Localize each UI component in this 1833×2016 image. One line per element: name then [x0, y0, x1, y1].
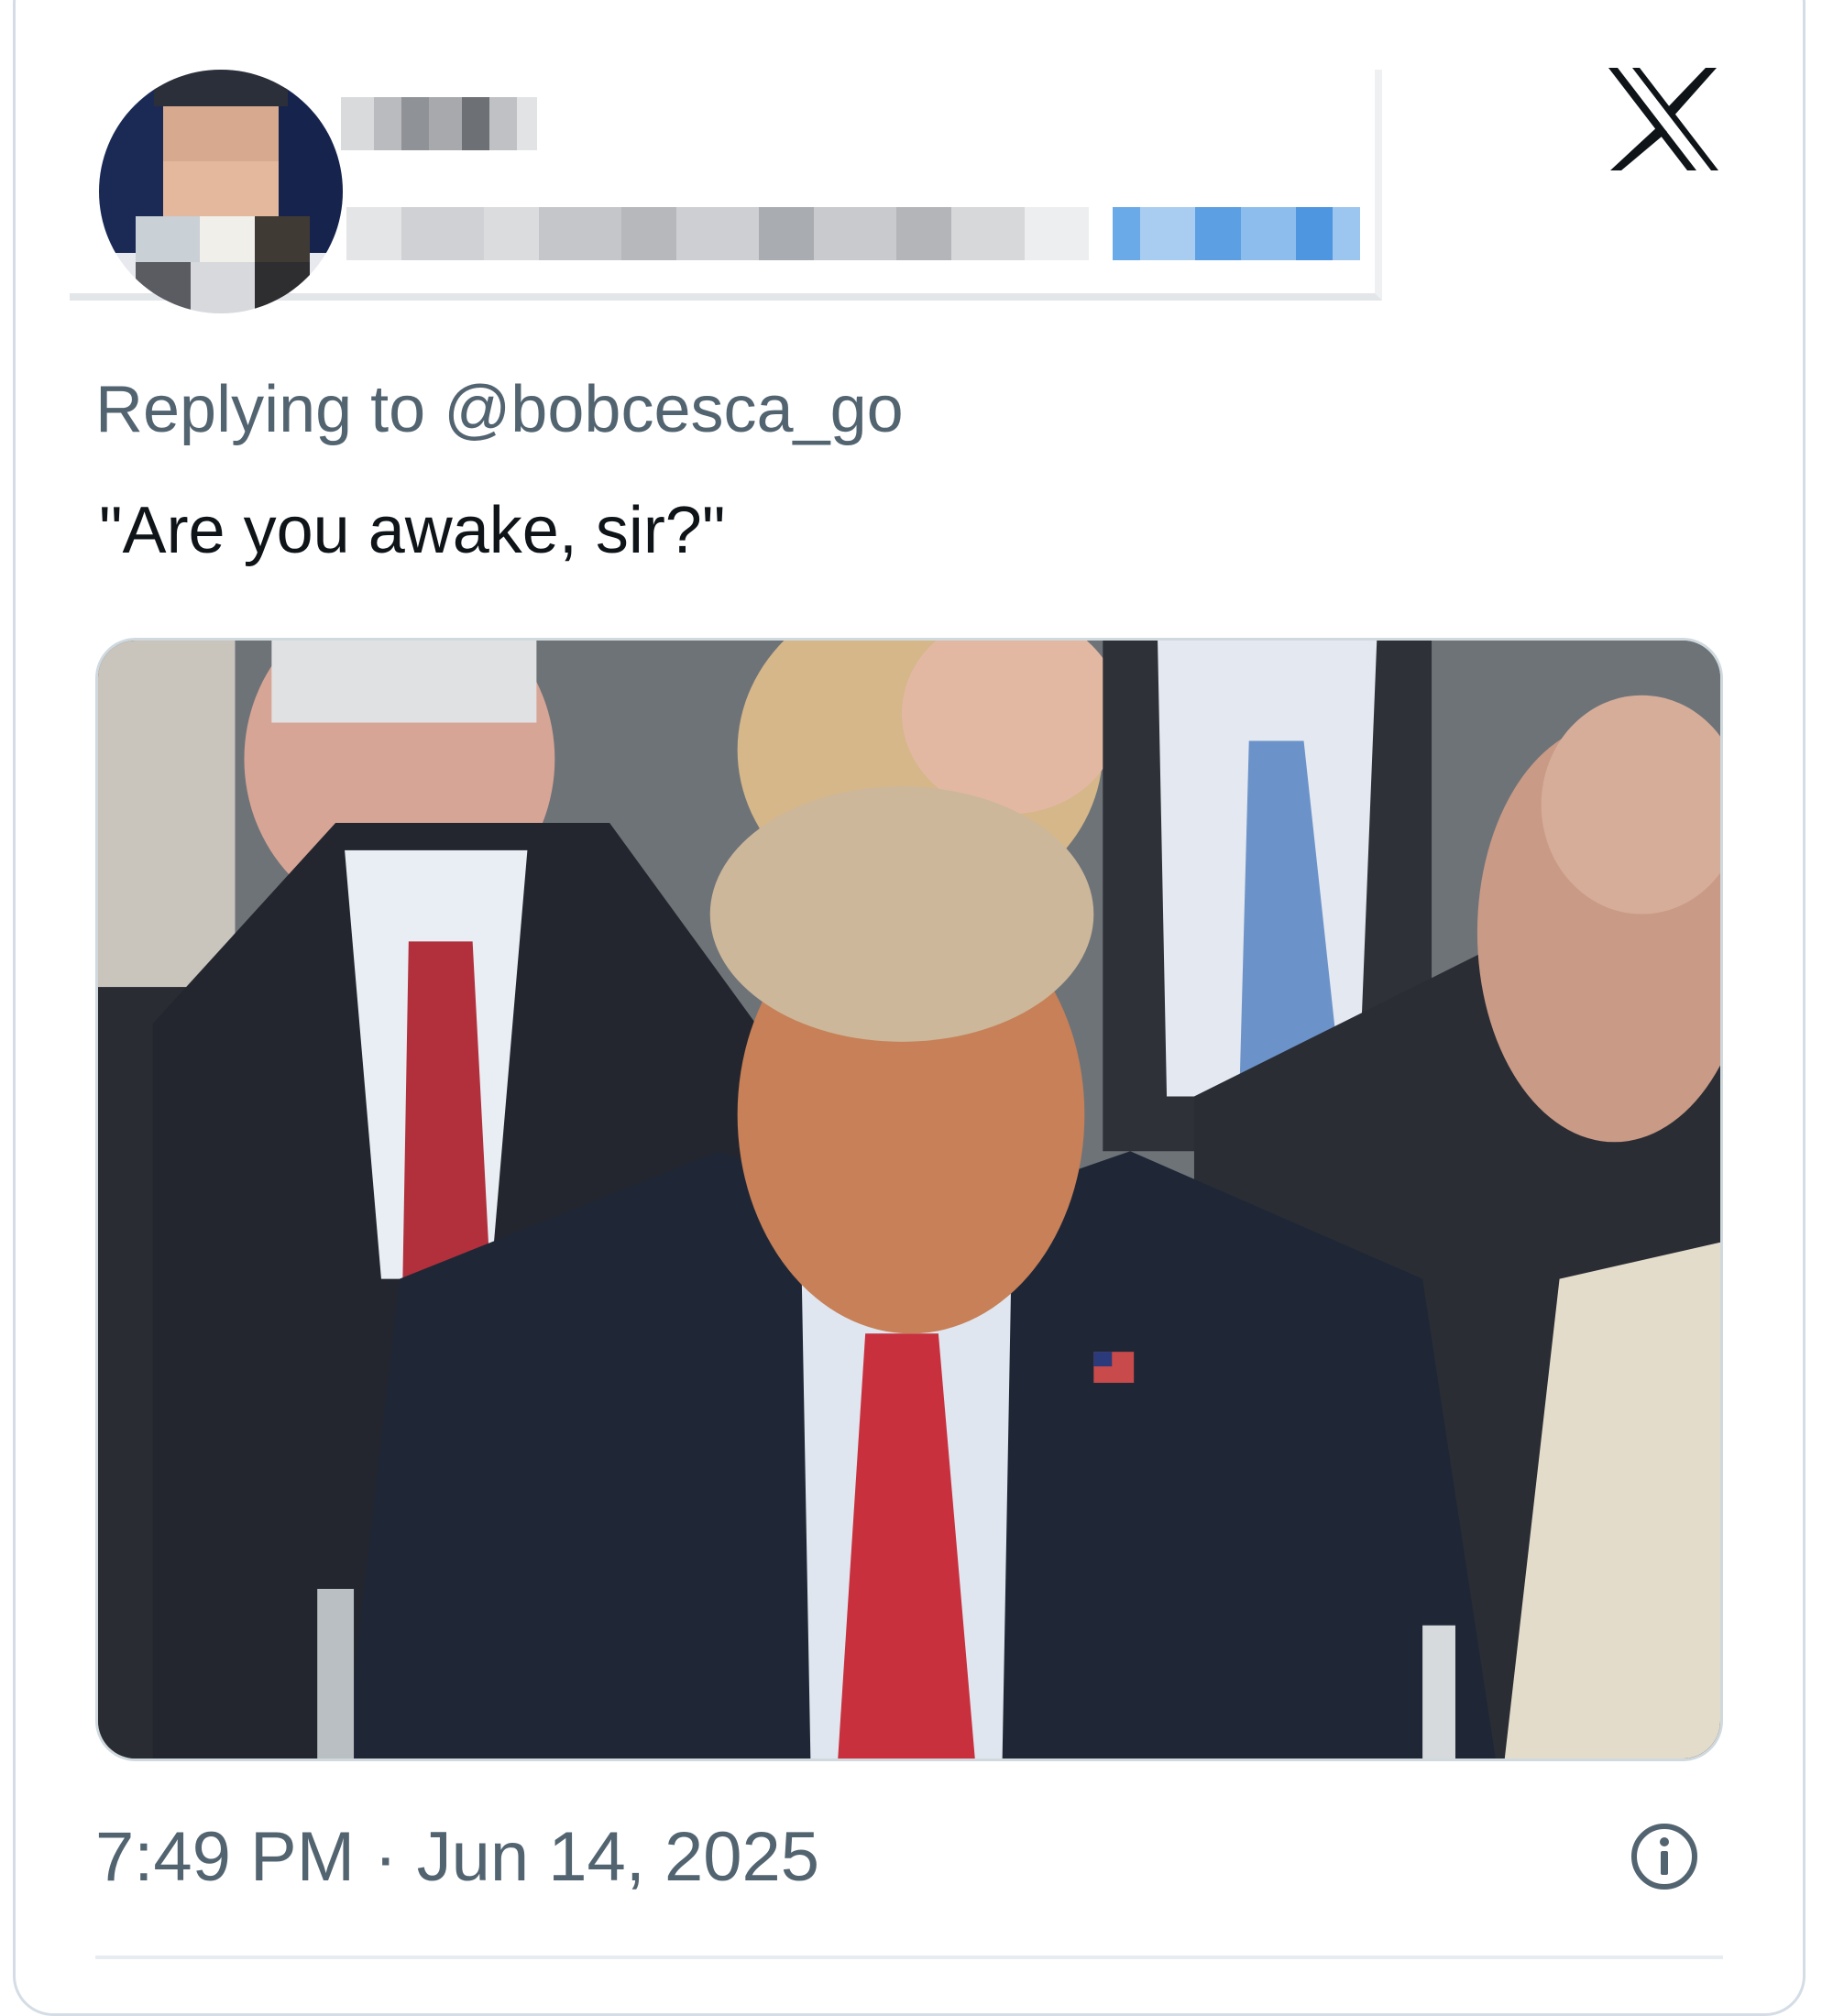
author-header-redacted	[70, 70, 1382, 313]
tweet-photo[interactable]	[95, 638, 1723, 1761]
info-icon[interactable]	[1630, 1822, 1699, 1891]
tweet-text: "Are you awake, sir?"	[99, 494, 726, 567]
footer-divider	[95, 1956, 1723, 1959]
replying-to-label: Replying to	[95, 373, 445, 446]
replying-to-line: Replying to @bobcesca_go	[95, 368, 904, 451]
photo-illustration	[98, 641, 1720, 1759]
tweet-timestamp[interactable]: 7:49 PM · Jun 14, 2025	[95, 1816, 819, 1899]
author-avatar[interactable]	[99, 70, 343, 313]
follow-link-redacted[interactable]	[1113, 207, 1360, 260]
reply-handle-link[interactable]: @bobcesca_go	[444, 373, 903, 446]
author-name-redacted[interactable]	[341, 97, 537, 150]
author-handle-redacted[interactable]	[346, 207, 1089, 260]
x-logo-icon[interactable]	[1608, 68, 1718, 170]
